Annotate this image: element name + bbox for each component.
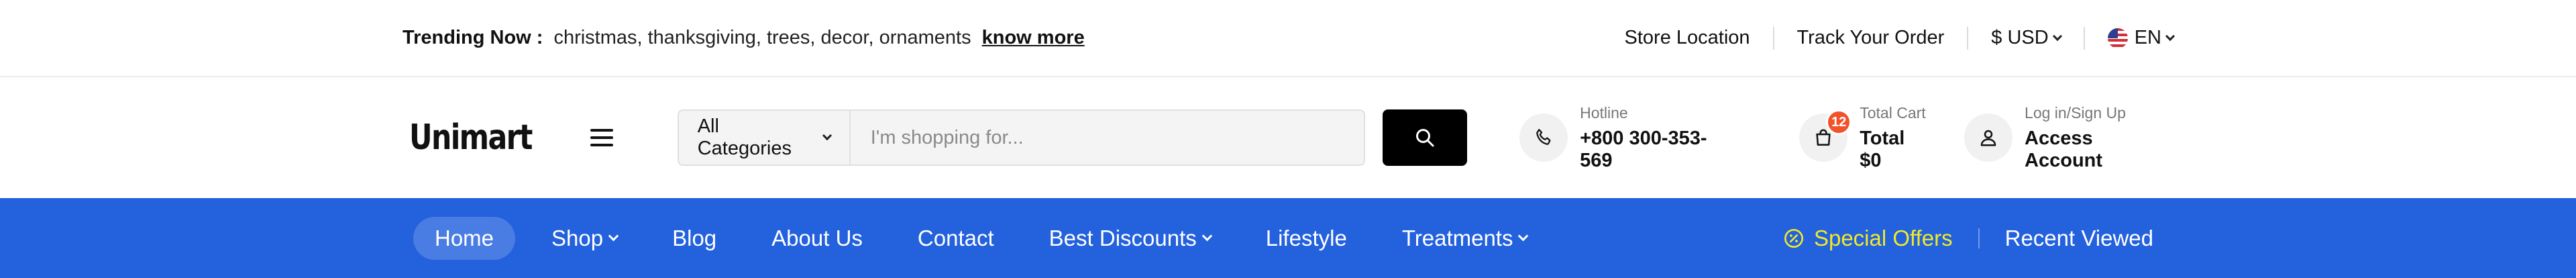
account-label: Log in/Sign Up — [2025, 103, 2126, 122]
hotline-number: +800 300-353-569 — [1580, 127, 1707, 171]
cart-text: Total Cart Total $0 — [1860, 104, 1931, 172]
cart-count-badge: 12 — [1826, 109, 1852, 135]
know-more-link[interactable]: know more — [982, 27, 1085, 49]
menu-icon[interactable] — [590, 129, 613, 146]
top-links: Store Location Track Your Order $ USD EN — [1602, 26, 2176, 50]
nav-label: Home — [435, 225, 494, 250]
nav-label: Lifestyle — [1265, 225, 1347, 250]
cart-icon-wrap: 12 — [1799, 109, 1852, 162]
chevron-down-icon — [2165, 31, 2176, 41]
nav-label: Best Discounts — [1049, 225, 1197, 250]
language-dropdown[interactable]: EN — [2085, 27, 2176, 49]
nav-label: Shop — [551, 225, 604, 250]
language-label: EN — [2134, 27, 2161, 48]
nav-item-blog[interactable]: Blog — [653, 217, 735, 260]
cart[interactable]: 12 Total Cart Total $0 — [1799, 104, 1931, 172]
special-offers-label: Special Offers — [1813, 225, 1953, 250]
main-nav: Home Shop Blog About Us Contact Best Dis… — [0, 198, 2576, 278]
account-link: Access Account — [2025, 127, 2103, 171]
phone-icon — [1536, 129, 1551, 145]
chevron-down-icon — [822, 130, 832, 141]
nav-label: About Us — [771, 225, 863, 250]
chevron-down-icon — [1201, 230, 1213, 242]
special-offers-link[interactable]: Special Offers — [1783, 226, 1953, 251]
nav-right: Special Offers Recent Viewed — [1783, 226, 2153, 251]
nav-item-about-us[interactable]: About Us — [753, 217, 881, 260]
nav-label: Blog — [672, 225, 717, 250]
trending-label: Trending Now : — [402, 27, 543, 48]
search-bar: All Categories — [677, 109, 1366, 166]
currency-dropdown[interactable]: $ USD — [1968, 27, 2083, 49]
track-order-link[interactable]: Track Your Order — [1774, 27, 1968, 49]
account-text: Log in/Sign Up Access Account — [2025, 104, 2174, 172]
nav-item-contact[interactable]: Contact — [899, 217, 1013, 260]
logo-text: Unimart — [409, 118, 533, 158]
chevron-down-icon — [608, 230, 619, 242]
search-button[interactable] — [1383, 109, 1468, 166]
trending-now: Trending Now : christmas, thanksgiving, … — [402, 27, 1085, 49]
user-icon — [1980, 130, 1996, 146]
category-label: All Categories — [697, 115, 792, 159]
account[interactable]: Log in/Sign Up Access Account — [1964, 104, 2174, 172]
discount-icon — [1784, 228, 1803, 248]
recent-viewed-link[interactable]: Recent Viewed — [2005, 226, 2153, 251]
nav-item-best-discounts[interactable]: Best Discounts — [1030, 217, 1230, 260]
chevron-down-icon — [2052, 31, 2062, 41]
nav-item-treatments[interactable]: Treatments — [1383, 217, 1546, 260]
chevron-down-icon — [1518, 230, 1529, 242]
hotline-text: Hotline +800 300-353-569 — [1580, 104, 1737, 172]
store-location-link[interactable]: Store Location — [1602, 27, 1773, 49]
cart-total: Total $0 — [1860, 127, 1905, 171]
hotline[interactable]: Hotline +800 300-353-569 — [1519, 104, 1737, 172]
hotline-label: Hotline — [1580, 103, 1628, 122]
nav-item-home[interactable]: Home — [413, 216, 516, 260]
category-select[interactable]: All Categories — [678, 111, 851, 165]
nav-label: Contact — [917, 225, 994, 250]
search-input[interactable] — [850, 111, 1364, 165]
trending-tags[interactable]: christmas, thanksgiving, trees, decor, o… — [553, 27, 971, 49]
divider — [1978, 228, 1980, 248]
currency-label: $ USD — [1991, 27, 2049, 48]
nav-item-shop[interactable]: Shop — [533, 217, 636, 260]
phone-icon-wrap — [1519, 113, 1568, 162]
us-flag-icon — [2107, 28, 2128, 48]
main-header: Unimart All Categories I'm shopping for.… — [0, 77, 2576, 198]
logo[interactable]: Unimart — [402, 118, 557, 158]
nav-item-lifestyle[interactable]: Lifestyle — [1247, 217, 1366, 260]
top-bar: Trending Now : christmas, thanksgiving, … — [0, 0, 2576, 77]
user-icon-wrap — [1964, 113, 2013, 162]
cart-label: Total Cart — [1860, 103, 1926, 122]
nav-label: Treatments — [1401, 225, 1513, 250]
search-icon — [1416, 129, 1434, 147]
